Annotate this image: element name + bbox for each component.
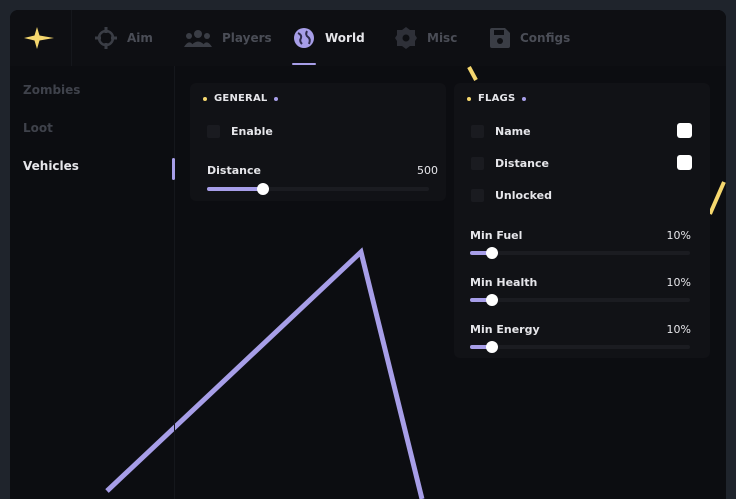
distance-slider-value: 500 bbox=[417, 164, 438, 177]
min-health-slider-thumb[interactable] bbox=[486, 294, 498, 306]
tab-aim[interactable]: Aim bbox=[95, 10, 153, 66]
min-fuel-slider[interactable] bbox=[470, 247, 690, 259]
bullet-dot bbox=[203, 96, 207, 101]
tab-configs[interactable]: Configs bbox=[490, 10, 570, 66]
app-logo bbox=[10, 10, 72, 66]
general-panel-header: GENERAL bbox=[203, 93, 279, 104]
sidebar: Zombies Loot Vehicles bbox=[10, 66, 175, 499]
distance-checkbox[interactable] bbox=[471, 156, 484, 170]
tab-misc-label: Misc bbox=[427, 31, 458, 45]
tab-aim-label: Aim bbox=[127, 31, 153, 45]
tab-world[interactable]: World bbox=[293, 10, 365, 66]
name-color-swatch[interactable] bbox=[677, 123, 692, 138]
bullet-dot bbox=[467, 96, 471, 101]
min-fuel-slider-thumb[interactable] bbox=[486, 247, 498, 259]
bullet-dot bbox=[522, 96, 527, 101]
distance-slider-fill bbox=[207, 187, 263, 191]
name-label: Name bbox=[495, 124, 531, 138]
enable-checkbox[interactable] bbox=[207, 124, 220, 138]
min-energy-slider[interactable] bbox=[470, 341, 690, 353]
sidebar-item-zombies[interactable]: Zombies bbox=[23, 83, 80, 97]
name-option[interactable]: Name bbox=[471, 123, 531, 139]
flags-panel: FLAGS Name Distance Unlocked Min Fuel 10… bbox=[454, 83, 710, 358]
general-panel: GENERAL Enable Distance 500 bbox=[190, 83, 446, 201]
tab-configs-label: Configs bbox=[520, 31, 571, 45]
min-energy-slider-label: Min Energy bbox=[470, 323, 540, 336]
min-energy-slider-thumb[interactable] bbox=[486, 341, 498, 353]
distance-slider[interactable] bbox=[207, 183, 429, 195]
general-title: GENERAL bbox=[214, 93, 268, 104]
tab-players-label: Players bbox=[222, 31, 272, 45]
bullet-dot bbox=[274, 96, 279, 101]
esp-tracer-line bbox=[467, 66, 478, 81]
min-fuel-slider-label: Min Fuel bbox=[470, 229, 523, 242]
tab-world-label: World bbox=[325, 31, 365, 45]
esp-tracer-line-2 bbox=[708, 181, 726, 215]
active-sidebar-indicator bbox=[172, 158, 175, 180]
distance-slider-label: Distance bbox=[207, 164, 261, 177]
enable-option[interactable]: Enable bbox=[207, 123, 273, 139]
users-icon bbox=[184, 30, 212, 47]
unlocked-label: Unlocked bbox=[495, 188, 552, 202]
distance-slider-thumb[interactable] bbox=[256, 183, 269, 195]
globe-icon bbox=[294, 28, 314, 48]
sidebar-item-vehicles[interactable]: Vehicles bbox=[23, 159, 79, 173]
min-fuel-slider-value: 10% bbox=[666, 229, 691, 242]
flags-title: FLAGS bbox=[478, 93, 516, 104]
flags-panel-header: FLAGS bbox=[467, 93, 527, 104]
tab-players[interactable]: Players bbox=[184, 10, 272, 66]
gear-icon bbox=[395, 27, 417, 49]
distance-color-swatch[interactable] bbox=[677, 155, 692, 170]
floppy-disk-icon bbox=[490, 28, 510, 48]
active-tab-indicator bbox=[292, 63, 316, 65]
min-health-slider-label: Min Health bbox=[470, 276, 538, 289]
enable-label: Enable bbox=[231, 124, 273, 138]
min-energy-slider-value: 10% bbox=[666, 323, 691, 336]
tab-misc[interactable]: Misc bbox=[395, 10, 457, 66]
distance-option[interactable]: Distance bbox=[471, 155, 549, 171]
sparkle-logo-icon bbox=[24, 27, 54, 49]
unlocked-option[interactable]: Unlocked bbox=[471, 187, 552, 203]
min-health-slider-value: 10% bbox=[666, 276, 691, 289]
distance-flag-label: Distance bbox=[495, 156, 549, 170]
app-window: Aim Players World Misc Configs Zombies L… bbox=[10, 10, 726, 499]
name-checkbox[interactable] bbox=[471, 124, 484, 138]
top-navigation: Aim Players World Misc Configs bbox=[10, 10, 726, 66]
sidebar-item-loot[interactable]: Loot bbox=[23, 121, 53, 135]
unlocked-checkbox[interactable] bbox=[471, 188, 484, 202]
crosshair-icon bbox=[95, 27, 117, 49]
min-health-slider[interactable] bbox=[470, 294, 690, 306]
